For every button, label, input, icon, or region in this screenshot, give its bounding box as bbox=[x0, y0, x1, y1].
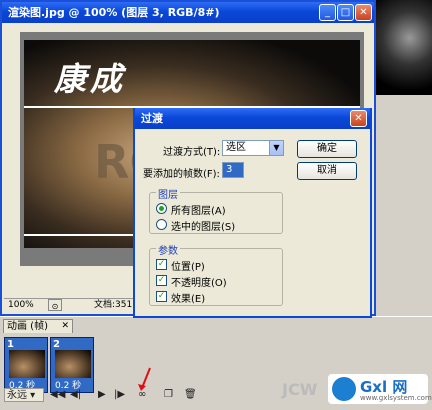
selected-layers-label: 选中的图层(S) bbox=[171, 222, 236, 233]
animation-frame[interactable]: 1 0.2 秒 bbox=[4, 337, 48, 393]
effects-checkbox[interactable]: ✓ bbox=[156, 291, 167, 302]
frame-thumbnail bbox=[9, 350, 45, 378]
opacity-checkbox[interactable]: ✓ bbox=[156, 275, 167, 286]
play-icon[interactable]: ▶ bbox=[98, 388, 106, 402]
effects-label: 效果(E) bbox=[171, 294, 206, 305]
previous-frame-icon[interactable]: ◀| bbox=[70, 388, 81, 402]
tab-animation-frames[interactable]: 动画 (帧) ✕ bbox=[3, 319, 73, 333]
minimize-button[interactable]: _ bbox=[319, 4, 336, 21]
all-layers-radio[interactable] bbox=[156, 203, 167, 214]
tween-with-value: 选区 bbox=[226, 142, 246, 153]
tween-dialog: 过渡 ✕ 过渡方式(T): 选区 ▼ 要添加的帧数(F): 3 确定 取消 图层… bbox=[133, 108, 372, 318]
background-image-right bbox=[376, 0, 432, 95]
frame-thumbnail bbox=[55, 350, 91, 378]
params-group-legend: 参数 bbox=[156, 242, 180, 257]
dialog-close-button[interactable]: ✕ bbox=[350, 110, 367, 127]
params-group: 参数 ✓ 位置(P) ✓ 不透明度(O) ✓ 效果(E) bbox=[149, 242, 283, 306]
first-frame-icon[interactable]: ◀◀ bbox=[50, 388, 65, 402]
loop-label: 永远 bbox=[7, 390, 27, 401]
maximize-button[interactable]: □ bbox=[337, 4, 354, 21]
watermark-left-text: JCW bbox=[282, 380, 318, 399]
delete-frame-icon[interactable]: 🗑 bbox=[184, 388, 197, 402]
status-menu-icon[interactable]: ⊙ bbox=[48, 299, 62, 311]
frames-to-add-input[interactable]: 3 bbox=[222, 162, 244, 178]
animation-frame[interactable]: 2 0.2 秒 bbox=[50, 337, 94, 393]
tween-with-select[interactable]: 选区 ▼ bbox=[222, 140, 284, 156]
position-label: 位置(P) bbox=[171, 262, 205, 273]
frame-number: 2 bbox=[53, 339, 60, 350]
document-title: 渲染图.jpg @ 100% (图层 3, RGB/8#) bbox=[8, 6, 220, 19]
frame-number: 1 bbox=[7, 339, 14, 350]
next-frame-icon[interactable]: |▶ bbox=[114, 388, 125, 402]
layers-group: 图层 所有图层(A) 选中的图层(S) bbox=[149, 186, 283, 234]
frames-to-add-label: 要添加的帧数(F): bbox=[143, 169, 220, 180]
watermark-logo: Gxl 网 www.gxlsystem.com bbox=[328, 374, 432, 404]
chevron-down-icon[interactable]: ▼ bbox=[269, 141, 283, 155]
position-checkbox[interactable]: ✓ bbox=[156, 259, 167, 270]
close-icon[interactable]: ✕ bbox=[61, 320, 69, 333]
layers-group-legend: 图层 bbox=[156, 186, 180, 201]
close-button[interactable]: ✕ bbox=[355, 4, 372, 21]
loop-select[interactable]: 永远 ▾ bbox=[4, 388, 44, 402]
all-layers-label: 所有图层(A) bbox=[171, 206, 226, 217]
watermark-url: www.gxlsystem.com bbox=[360, 394, 432, 402]
selected-layers-radio[interactable] bbox=[156, 219, 167, 230]
tab-label: 动画 (帧) bbox=[7, 321, 48, 332]
opacity-label: 不透明度(O) bbox=[171, 278, 227, 289]
cancel-button[interactable]: 取消 bbox=[297, 162, 357, 180]
watermark-logo-icon bbox=[332, 377, 356, 401]
red-arrow-annotation bbox=[138, 367, 151, 391]
dialog-title-bar[interactable]: 过渡 bbox=[135, 108, 370, 129]
ok-button[interactable]: 确定 bbox=[297, 140, 357, 158]
artwork-logo: 康成 bbox=[54, 60, 127, 98]
tween-with-label: 过渡方式(T): bbox=[163, 147, 221, 158]
zoom-level[interactable]: 100% bbox=[8, 299, 34, 312]
duplicate-frame-icon[interactable]: ❐ bbox=[164, 388, 173, 402]
dialog-title: 过渡 bbox=[141, 112, 163, 125]
